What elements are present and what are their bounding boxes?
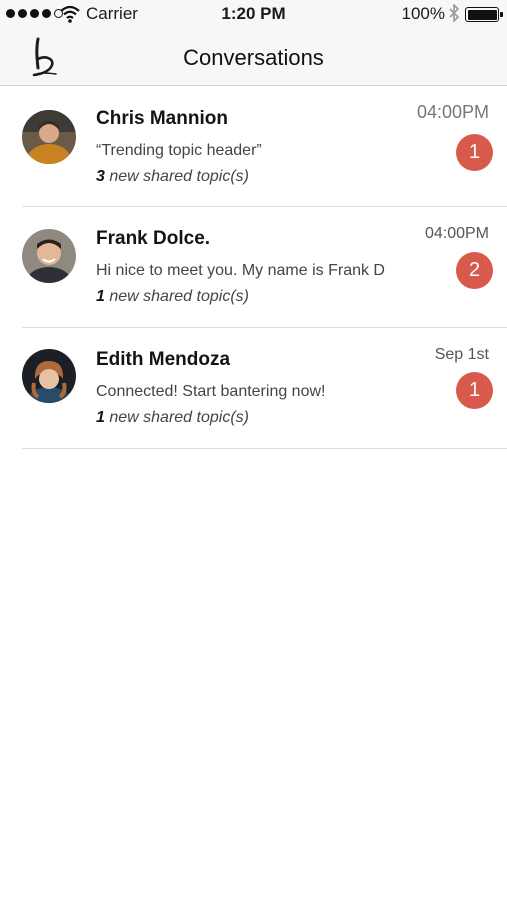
unread-badge: 2 bbox=[456, 252, 493, 289]
message-time: Sep 1st bbox=[434, 346, 489, 363]
message-time: 04:00PM bbox=[416, 102, 489, 122]
conversation-row[interactable]: Frank Dolce. Hi nice to meet you. My nam… bbox=[0, 207, 507, 328]
message-preview: Connected! Start bantering now! bbox=[96, 383, 326, 400]
conversation-row[interactable]: Chris Mannion “Trending topic header” 3 … bbox=[0, 86, 507, 207]
conversation-list: Chris Mannion “Trending topic header” 3 … bbox=[0, 86, 507, 449]
unread-badge: 1 bbox=[456, 372, 493, 409]
avatar bbox=[22, 110, 76, 164]
contact-name: Edith Mendoza bbox=[96, 349, 231, 370]
battery-icon bbox=[465, 7, 503, 22]
contact-name: Chris Mannion bbox=[96, 108, 228, 129]
row-divider bbox=[22, 448, 507, 449]
avatar bbox=[22, 229, 76, 283]
message-preview: Hi nice to meet you. My name is Frank D bbox=[96, 262, 385, 279]
contact-name: Frank Dolce. bbox=[96, 228, 211, 249]
unread-badge: 1 bbox=[456, 134, 493, 171]
shared-topics-count: 3 new shared topic(s) bbox=[96, 168, 249, 185]
conversation-row[interactable]: Edith Mendoza Connected! Start bantering… bbox=[0, 328, 507, 449]
shared-topics-count: 1 new shared topic(s) bbox=[96, 288, 249, 305]
conversations-screen: Carrier 1:20 PM 100% Conversations Chris… bbox=[0, 0, 507, 900]
page-title: Conversations bbox=[183, 45, 324, 70]
status-bar: Carrier 1:20 PM 100% bbox=[0, 0, 507, 28]
avatar bbox=[22, 349, 76, 403]
message-preview: “Trending topic header” bbox=[96, 142, 262, 159]
message-time: 04:00PM bbox=[424, 225, 489, 242]
battery-percent: 100% bbox=[401, 4, 445, 23]
shared-topics-count: 1 new shared topic(s) bbox=[96, 409, 249, 426]
navigation-bar: Conversations bbox=[0, 28, 507, 86]
bluetooth-icon bbox=[449, 4, 459, 22]
